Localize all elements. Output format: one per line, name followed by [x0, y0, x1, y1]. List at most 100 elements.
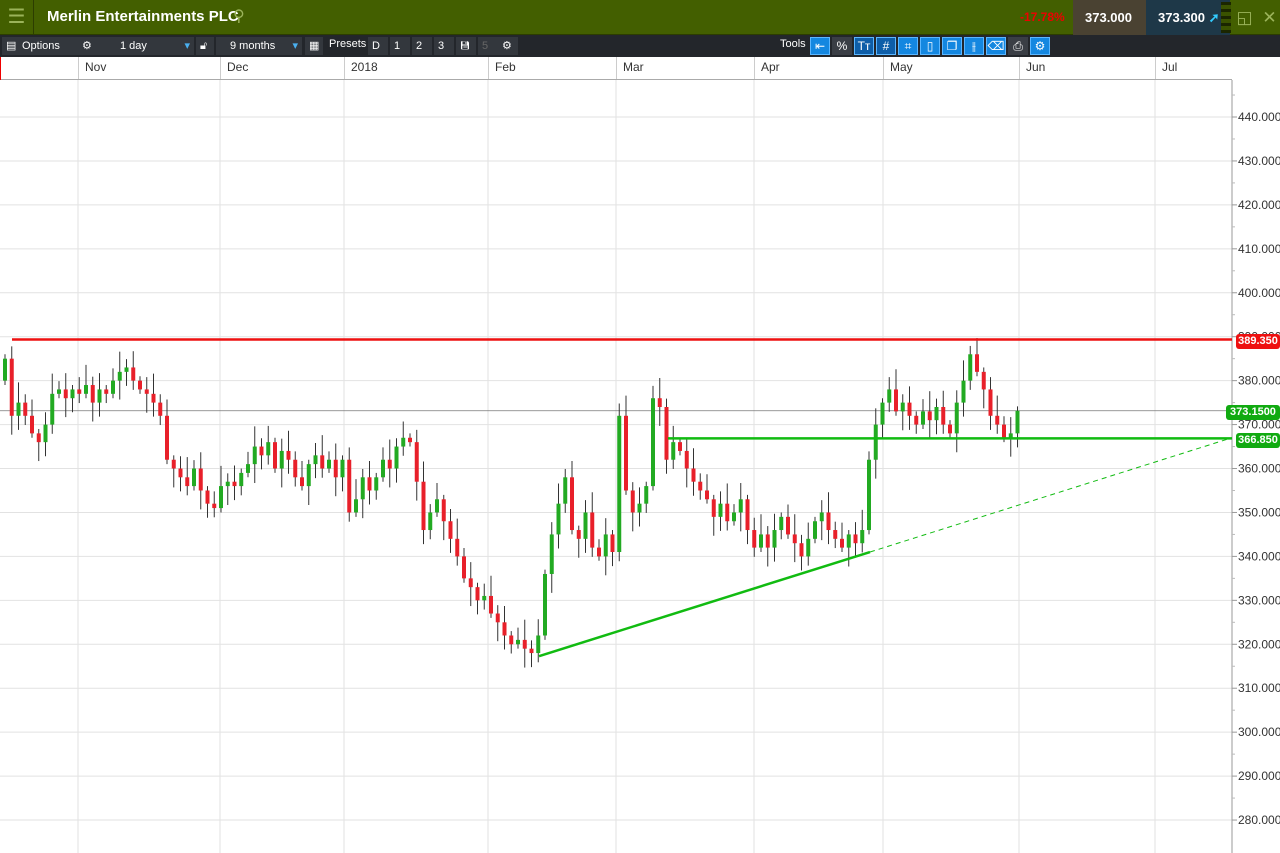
candle-body [1002, 424, 1006, 438]
y-tick-label: 360.000 [1238, 462, 1280, 476]
candle-body [489, 595, 493, 614]
candle-body [57, 389, 61, 394]
candle-body [583, 512, 588, 539]
y-tick-label: 330.000 [1238, 593, 1280, 607]
candle-body [320, 455, 325, 469]
candle-body [408, 437, 412, 443]
candle-body [104, 389, 109, 394]
candle-body [360, 477, 365, 500]
candle-body [3, 358, 7, 381]
candle-body [630, 490, 635, 513]
y-tick-label: 320.000 [1238, 637, 1280, 651]
y-tick-label: 420.000 [1238, 198, 1280, 212]
candle-body [617, 415, 622, 553]
candle-body [63, 389, 68, 399]
candle-body [306, 464, 311, 487]
candle-body [657, 398, 662, 408]
candle-body [50, 393, 55, 425]
candle-body [239, 472, 244, 487]
candle-body [131, 367, 136, 381]
candle-body [279, 450, 284, 469]
candle-body [30, 415, 34, 434]
candle-body [522, 639, 527, 649]
candle-body [738, 499, 743, 513]
candle-body [475, 587, 480, 601]
candle-body [178, 468, 183, 478]
candle-body [698, 481, 703, 491]
candle-body [637, 503, 642, 513]
candle-body [786, 516, 790, 535]
candle-body [421, 481, 426, 531]
candle-body [732, 512, 736, 522]
y-tick-label: 340.000 [1238, 549, 1280, 563]
candle-body [927, 411, 932, 421]
candle-body [644, 486, 649, 504]
candle-body [374, 477, 379, 491]
candle-body [705, 490, 709, 500]
candle-body [198, 468, 203, 491]
candle-body [516, 639, 520, 645]
candle-body [765, 534, 770, 548]
trendline [538, 550, 871, 658]
candle-body [435, 499, 439, 513]
candle-body [684, 450, 689, 469]
candle-body [934, 407, 939, 421]
candle-body [610, 534, 615, 553]
candle-body [502, 622, 507, 636]
candle-body [185, 477, 190, 487]
y-tick-label: 280.000 [1238, 813, 1280, 827]
candle-body [286, 450, 291, 460]
y-tick-label: 350.000 [1238, 505, 1280, 519]
candle-body [563, 477, 568, 504]
candle-body [259, 446, 264, 456]
candle-body [43, 424, 48, 443]
candle-body [772, 530, 777, 548]
candle-body [981, 371, 986, 390]
candle-body [333, 459, 338, 478]
candle-body [327, 459, 331, 469]
candle-body [509, 635, 514, 645]
candle-body [711, 499, 716, 517]
candle-body [900, 402, 905, 412]
price-chart[interactable]: 280.000 290.000 300.000 310.000 320.000 330.0… [0, 0, 1280, 853]
candle-body [961, 380, 966, 403]
candle-body [570, 477, 574, 531]
y-tick-label: 310.000 [1238, 681, 1280, 695]
candle-body [138, 380, 142, 390]
candle-body [752, 530, 757, 548]
candle-body [23, 402, 28, 416]
candle-body [948, 424, 952, 434]
candle-body [590, 512, 595, 548]
y-tick-label: 290.000 [1238, 769, 1280, 783]
candle-body [300, 477, 304, 487]
candle-body [806, 538, 811, 557]
candle-body [394, 446, 399, 469]
candle-body [16, 402, 21, 416]
candle-body [246, 464, 250, 473]
candle-body [840, 538, 844, 548]
candle-body [340, 459, 345, 478]
candle-body [151, 393, 156, 403]
candle-body [144, 389, 149, 394]
candle-body [1015, 410, 1020, 434]
y-tick-label: 400.000 [1238, 286, 1280, 300]
candle-body [495, 613, 500, 623]
candle-body [482, 595, 487, 601]
candle-body [624, 415, 628, 491]
candle-body [84, 385, 88, 394]
candle-body [860, 530, 865, 544]
last-price-label: 373.1500 [1226, 405, 1280, 420]
candle-body [387, 459, 392, 469]
candle-body [914, 415, 919, 425]
candle-body [725, 503, 730, 522]
candle-body [536, 635, 541, 654]
candle-body [792, 534, 797, 544]
candle-body [192, 468, 196, 487]
candle-body [543, 573, 547, 636]
candle-body [678, 442, 682, 451]
candle-body [819, 512, 824, 522]
candle-body [117, 371, 122, 381]
candle-body [745, 499, 750, 531]
candle-body [225, 481, 230, 487]
candle-body [124, 367, 129, 372]
